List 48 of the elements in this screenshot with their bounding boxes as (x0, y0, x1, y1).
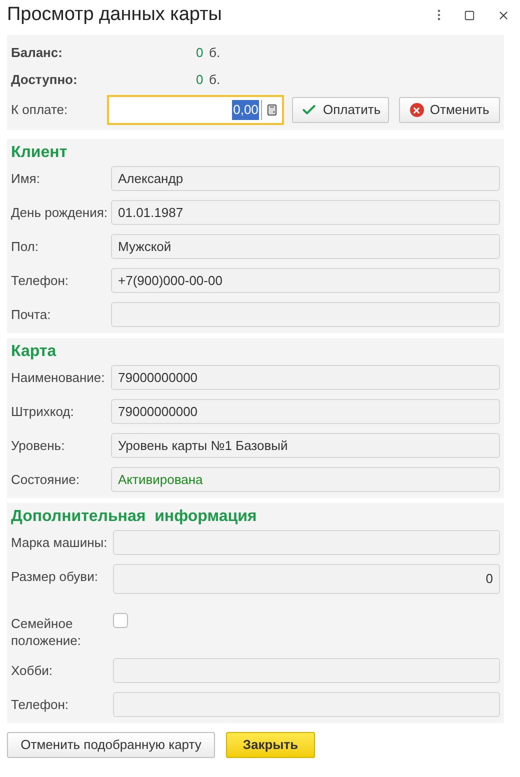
unit-label: б. (209, 44, 220, 62)
input-field[interactable] (113, 530, 500, 555)
field-label: Телефон: (11, 696, 70, 713)
input-field[interactable]: +7(900)000-00-00 (111, 268, 500, 293)
field-label: Пол: (11, 238, 40, 255)
section-title: Карта (11, 342, 58, 362)
close-button[interactable]: Закрыть (226, 732, 315, 758)
field-label: Телефон: (11, 272, 70, 289)
input-field[interactable]: Александр (111, 166, 500, 191)
pay-button[interactable]: Оплатить (292, 97, 390, 123)
window-title: Просмотр данных карты (7, 2, 223, 27)
input-field[interactable]: 01.01.1987 (111, 200, 500, 225)
close-icon[interactable] (497, 8, 510, 22)
input-field[interactable]: Мужской (111, 234, 500, 259)
cancel-card-button[interactable]: Отменить подобранную карту (7, 732, 215, 758)
checkbox[interactable] (113, 613, 128, 628)
maximize-icon[interactable] (464, 10, 475, 20)
field-label: День рождения: (11, 204, 109, 221)
cancel-icon (410, 103, 424, 117)
field-label: Марка машины: (11, 534, 108, 551)
input-field[interactable]: 0 (113, 564, 500, 594)
field-label: Хобби: (11, 662, 54, 679)
section-title: Дополнительная информация (11, 507, 258, 527)
payment-label: К оплате: (11, 101, 69, 120)
field-label: Семейное положение: (11, 615, 82, 649)
calculator-icon[interactable] (266, 104, 278, 116)
cancel-button[interactable]: Отменить (399, 97, 500, 123)
field-label: Почта: (11, 306, 52, 323)
input-field[interactable]: Уровень карты №1 Базовый (111, 433, 500, 458)
field-label: Размер обуви: (11, 568, 99, 585)
field-label: Штрихкод: (11, 403, 75, 420)
section-title: Клиент (11, 143, 68, 163)
input-field[interactable]: 79000000000 (111, 365, 500, 390)
summary-value: 0 (196, 70, 204, 89)
input-field[interactable] (113, 658, 500, 683)
input-field[interactable]: 79000000000 (111, 399, 500, 424)
summary-label: Доступно: (11, 70, 78, 89)
input-field[interactable]: Активирована (111, 467, 500, 492)
field-label: Уровень: (11, 437, 66, 454)
input-field[interactable] (111, 302, 500, 327)
summary-value: 0 (196, 44, 204, 62)
payment-field[interactable]: 0,00 (106, 95, 284, 125)
field-label: Имя: (11, 170, 41, 187)
unit-label: б. (209, 70, 220, 89)
summary-label: Баланс: (11, 44, 64, 62)
field-label: Наименование: (11, 369, 106, 386)
field-label: Состояние: (11, 471, 80, 488)
input-field[interactable] (113, 692, 500, 717)
